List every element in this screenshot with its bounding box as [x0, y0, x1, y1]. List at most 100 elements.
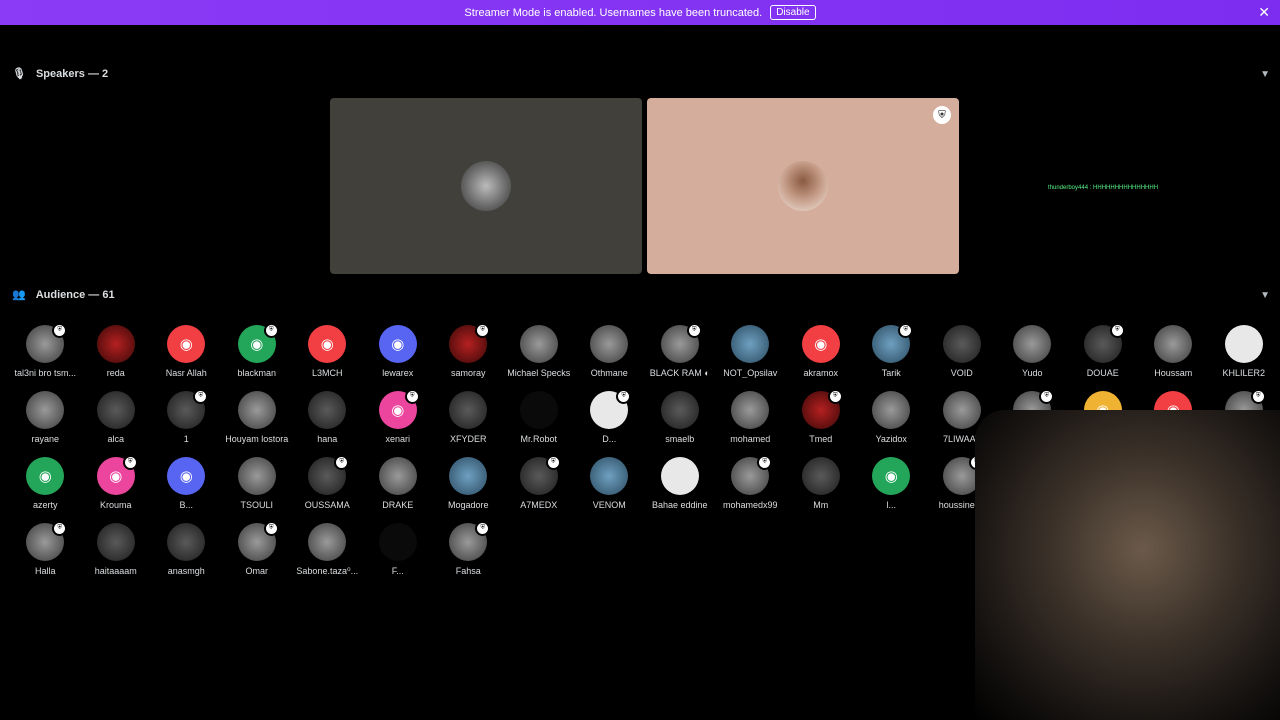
speaker-tile[interactable]	[330, 98, 642, 274]
avatar	[872, 391, 911, 429]
audience-member[interactable]: ⛨ DOUAE	[1068, 323, 1139, 391]
audience-member[interactable]: Bahae eddine	[645, 457, 716, 523]
avatar: ◉	[872, 457, 911, 495]
audience-member[interactable]: haitaaaam	[81, 523, 152, 589]
audience-member[interactable]: ⛨ mohamedx99	[715, 455, 786, 523]
avatar	[660, 391, 699, 429]
audience-member[interactable]: alca	[81, 391, 152, 457]
audience-member[interactable]: TSOULI	[222, 457, 293, 523]
audience-member[interactable]: ⛨ Fahsa	[433, 521, 504, 589]
speakers-header[interactable]: 🎙 Speakers — 2	[12, 67, 108, 81]
audience-member[interactable]: ⛨ Tarik	[856, 323, 927, 391]
moderator-shield-icon: ⛨	[933, 106, 951, 124]
audience-member[interactable]: Mm	[786, 457, 857, 523]
shield-badge-icon: ⛨	[757, 455, 773, 470]
close-icon[interactable]: ✕	[1258, 4, 1270, 21]
member-name: KHLILER2	[1222, 368, 1266, 378]
avatar	[660, 457, 699, 495]
member-name: Yazidox	[875, 434, 907, 444]
audience-member[interactable]: Yazidox	[856, 391, 927, 457]
member-name: Yudo	[1021, 368, 1043, 378]
audience-member[interactable]: ◉ azerty	[10, 457, 81, 523]
audience-member[interactable]: ⛨ 1	[151, 389, 222, 457]
audience-member[interactable]: ⛨ tal3ni bro tsm...	[10, 323, 81, 391]
avatar	[590, 325, 629, 363]
audience-member[interactable]: ⛨ BLACK RAM ◐	[645, 323, 716, 391]
audience-member[interactable]: smaelb	[645, 391, 716, 457]
audience-member[interactable]: ⛨ Halla	[10, 521, 81, 589]
avatar: ⛨	[1083, 323, 1125, 363]
audience-member[interactable]: KHLILER2	[1209, 325, 1280, 391]
member-name: Nasr Allah	[165, 368, 207, 378]
audience-member[interactable]: Michael Specks	[504, 325, 575, 391]
member-name: A7MEDX	[520, 500, 558, 510]
audience-member[interactable]: ◉ ⛨ xenari	[363, 389, 434, 457]
chat-overlay-text: thunderboy444 : HHHHHHHHHHHHHHH	[1048, 185, 1159, 191]
discord-logo-icon: ◉	[814, 336, 828, 353]
audience-member[interactable]: ◉ B...	[151, 457, 222, 523]
avatar	[237, 391, 276, 429]
member-name: DRAKE	[382, 500, 414, 510]
audience-member[interactable]: ◉ ⛨ Krouma	[81, 455, 152, 523]
discord-logo-icon: ◉	[391, 336, 405, 353]
shield-badge-icon: ⛨	[193, 389, 209, 404]
chevron-down-icon[interactable]: ▼	[1260, 290, 1270, 301]
disable-button[interactable]: Disable	[770, 5, 816, 20]
audience-member[interactable]: VENOM	[574, 457, 645, 523]
member-name: Mr.Robot	[520, 434, 557, 444]
audience-member[interactable]: ⛨ Tmed	[786, 389, 857, 457]
audience-member[interactable]: Othmane	[574, 325, 645, 391]
member-name: hana	[317, 434, 338, 444]
audience-member[interactable]: mohamed	[715, 391, 786, 457]
member-name: xenari	[385, 434, 410, 444]
audience-member[interactable]: ◉ ⛨ blackman	[222, 323, 293, 391]
audience-member[interactable]: ⛨ OUSSAMA	[292, 455, 363, 523]
member-name: DOUAE	[1086, 368, 1119, 378]
audience-member[interactable]: Mogadore	[433, 457, 504, 523]
audience-member[interactable]: NOT_Opsilav	[715, 325, 786, 391]
member-name: Krouma	[99, 500, 132, 510]
audience-member[interactable]: rayane	[10, 391, 81, 457]
avatar	[167, 523, 206, 561]
discord-logo-icon: ◉	[38, 468, 52, 485]
audience-member[interactable]: ◉ l...	[856, 457, 927, 523]
audience-member[interactable]: ⛨ D...	[574, 389, 645, 457]
member-name: VOID	[950, 368, 973, 378]
audience-member[interactable]: F...	[363, 523, 434, 589]
audience-member[interactable]: ◉ Nasr Allah	[151, 325, 222, 391]
audience-member[interactable]: Sabone.taza⁰...	[292, 523, 363, 589]
member-name: mohamed	[730, 434, 771, 444]
audience-member[interactable]: ⛨ Omar	[222, 521, 293, 589]
audience-row: ⛨ tal3ni bro tsm... reda ◉ Nasr Allah ◉ ⛨ black…	[10, 323, 1280, 391]
member-name: lewarex	[382, 368, 414, 378]
shield-badge-icon: ⛨	[475, 323, 491, 338]
audience-member[interactable]: ⛨ A7MEDX	[504, 455, 575, 523]
chevron-down-icon[interactable]: ▼	[1260, 69, 1270, 80]
shield-badge-icon: ⛨	[52, 323, 68, 338]
member-name: BLACK RAM ◐	[649, 368, 710, 378]
audience-member[interactable]: DRAKE	[363, 457, 434, 523]
shield-badge-icon: ⛨	[263, 521, 279, 536]
audience-member[interactable]: hana	[292, 391, 363, 457]
audience-member[interactable]: reda	[81, 325, 152, 391]
audience-member[interactable]: ⛨ samoray	[433, 323, 504, 391]
audience-member[interactable]: ◉ lewarex	[363, 325, 434, 391]
audience-member[interactable]: XFYDER	[433, 391, 504, 457]
speaker-tile[interactable]: ⛨	[647, 98, 959, 274]
discord-logo-icon: ◉	[109, 468, 123, 485]
audience-title: Audience — 61	[35, 288, 115, 301]
audience-member[interactable]: Houssam	[1138, 325, 1209, 391]
audience-member[interactable]: Mr.Robot	[504, 391, 575, 457]
shield-badge-icon: ⛨	[52, 521, 68, 536]
audience-member[interactable]: ◉ akramox	[786, 325, 857, 391]
member-name: Houssam	[1154, 368, 1193, 378]
audience-member[interactable]: Yudo	[997, 325, 1068, 391]
audience-member[interactable]: Houyam lostora	[222, 391, 293, 457]
member-name: Sabone.taza⁰...	[296, 566, 359, 576]
member-name: D...	[602, 434, 617, 444]
audience-member[interactable]: anasmgh	[151, 523, 222, 589]
audience-member[interactable]: ◉ L3MCH	[292, 325, 363, 391]
audience-member[interactable]: VOID	[927, 325, 998, 391]
discord-logo-icon: ◉	[884, 468, 898, 485]
audience-header[interactable]: 👥 Audience — 61	[12, 288, 115, 302]
